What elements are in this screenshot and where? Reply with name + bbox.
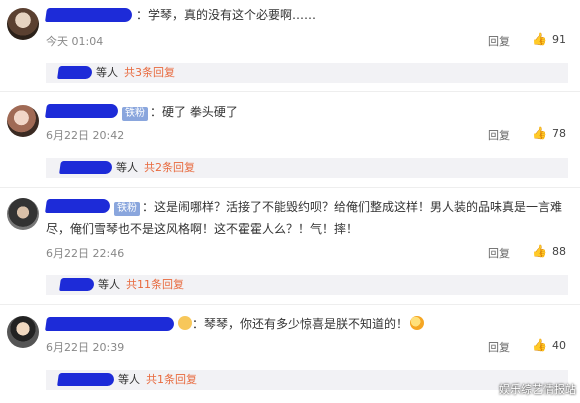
reply-button[interactable]: 回复 <box>488 339 510 355</box>
sub-replies-users: 等人 <box>98 278 120 291</box>
divider <box>0 91 580 92</box>
like-count: 88 <box>552 245 566 258</box>
reply-button[interactable]: 回复 <box>488 127 510 143</box>
comment-text-line-2: 尽，俺们雪琴也不是这风格啊！这不霍霍人么？！气！摔！ <box>46 222 359 236</box>
redacted-username <box>57 373 115 386</box>
thumbs-up-icon[interactable]: 👍 <box>532 338 547 352</box>
comment-time: 6月22日 20:42 <box>46 129 125 142</box>
sub-replies-count[interactable]: 共11条回复 <box>126 275 184 295</box>
redacted-username <box>45 104 119 118</box>
redacted-username <box>45 8 133 22</box>
watermark: 娱乐综艺情报站 <box>499 383 576 396</box>
comment-text: ：学琴，真的没有这个必要啊…… <box>136 8 317 22</box>
sub-replies-users: 等人 <box>116 161 138 174</box>
redacted-username <box>59 278 95 291</box>
fan-badge: 铁粉 <box>122 107 148 121</box>
sub-replies-count[interactable]: 共3条回复 <box>124 63 175 83</box>
sub-replies-users: 等人 <box>118 373 140 386</box>
redacted-username <box>45 317 175 331</box>
sub-replies-box[interactable]: 等人 共11条回复 <box>46 275 568 295</box>
like-count: 91 <box>552 33 566 46</box>
thumbs-up-icon[interactable]: 👍 <box>532 244 547 258</box>
redacted-username <box>45 199 111 213</box>
comment-time: 6月22日 20:39 <box>46 341 125 354</box>
sub-replies-box[interactable]: 等人 共2条回复 <box>46 158 568 178</box>
reply-button[interactable]: 回复 <box>488 245 510 261</box>
divider <box>0 304 580 305</box>
like-count: 40 <box>552 339 566 352</box>
comment-text: 铁粉 ：这是闹哪样？活接了不能毁约呗？给俺们整成这样！男人装的品味真是一言难 <box>114 197 566 217</box>
emoji-icon <box>178 316 192 330</box>
redacted-username <box>57 66 93 79</box>
comment-text: 铁粉 ：硬了 拳头硬了 <box>122 102 562 122</box>
sub-replies-count[interactable]: 共2条回复 <box>144 158 195 178</box>
sub-replies-box[interactable]: 等人 共3条回复 <box>46 63 568 83</box>
avatar[interactable] <box>7 105 39 137</box>
surprised-emoji-icon <box>410 316 425 330</box>
reply-button[interactable]: 回复 <box>488 33 510 49</box>
avatar[interactable] <box>7 198 39 230</box>
redacted-username <box>59 161 113 174</box>
sub-replies-count[interactable]: 共1条回复 <box>146 370 197 390</box>
comment-text: ：琴琴，你还有多少惊喜是朕不知道的！ <box>178 314 568 334</box>
thumbs-up-icon[interactable]: 👍 <box>532 32 547 46</box>
comment-time: 6月22日 22:46 <box>46 247 125 260</box>
avatar[interactable] <box>7 8 39 40</box>
thumbs-up-icon[interactable]: 👍 <box>532 126 547 140</box>
fan-badge: 铁粉 <box>114 202 140 216</box>
sub-replies-users: 等人 <box>96 66 118 79</box>
comment-time: 今天 01:04 <box>46 35 104 48</box>
like-count: 78 <box>552 127 566 140</box>
divider <box>0 187 580 188</box>
sub-replies-box[interactable]: 等人 共1条回复 <box>46 370 568 390</box>
avatar[interactable] <box>7 316 39 348</box>
